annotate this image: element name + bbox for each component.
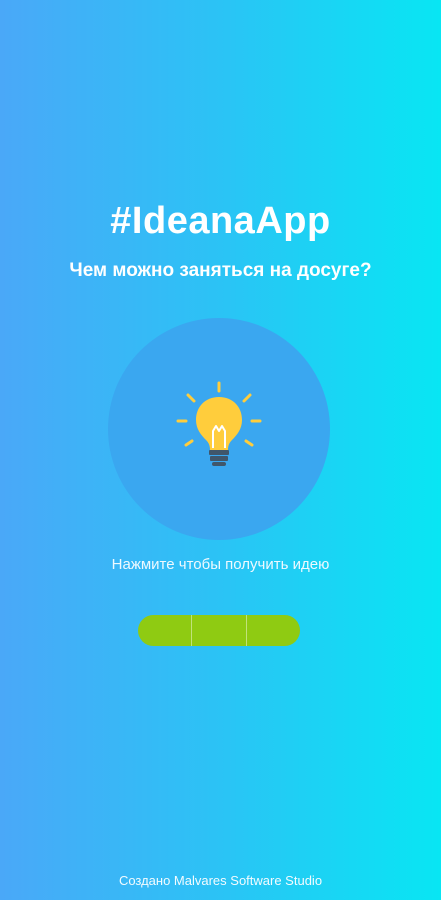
progress-indicator: [138, 615, 300, 646]
main-screen: #IdeanaApp Чем можно заняться на досуге?: [0, 0, 441, 900]
lightbulb-icon: [176, 381, 262, 466]
progress-segment: [138, 615, 193, 646]
app-title: #IdeanaApp: [110, 200, 331, 242]
get-idea-hint: Нажмите чтобы получить идею: [111, 556, 330, 573]
footer-credits: Создано Malvares Software Studio: [118, 873, 323, 888]
app-subtitle: Чем можно заняться на досуге?: [69, 260, 372, 281]
progress-segment: [192, 615, 247, 646]
get-idea-button[interactable]: [108, 318, 330, 540]
progress-segment: [247, 615, 300, 646]
